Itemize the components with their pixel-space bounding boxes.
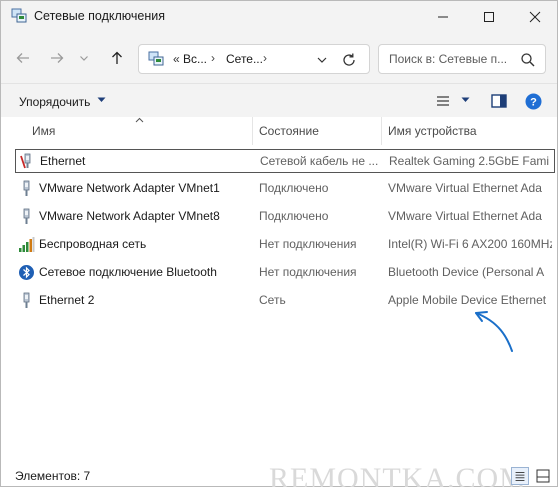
connection-device: VMware Virtual Ethernet Ada bbox=[388, 209, 542, 223]
breadcrumb-item[interactable]: Сете... bbox=[226, 52, 263, 66]
column-header-row: Имя Состояние Имя устройства bbox=[1, 117, 557, 145]
maximize-icon bbox=[484, 11, 494, 22]
address-bar[interactable]: « Вс... › Сете... › bbox=[138, 44, 370, 74]
title-bar: Сетевые подключения bbox=[1, 1, 557, 32]
connection-status: Подключено bbox=[259, 209, 329, 223]
item-count: Элементов: 7 bbox=[15, 469, 91, 483]
ethernet-icon bbox=[23, 208, 30, 224]
navigation-bar: « Вс... › Сете... › Поиск в: Сетевые п..… bbox=[1, 37, 557, 79]
large-icons-view-icon[interactable] bbox=[534, 467, 552, 485]
connection-name: VMware Network Adapter VMnet8 bbox=[39, 209, 220, 223]
arrow-left-icon bbox=[16, 53, 29, 63]
connection-device: Apple Mobile Device Ethernet bbox=[388, 293, 547, 307]
up-button[interactable] bbox=[104, 45, 130, 71]
close-button[interactable] bbox=[513, 1, 557, 32]
window-title: Сетевые подключения bbox=[34, 9, 166, 23]
column-divider[interactable] bbox=[252, 117, 253, 145]
ethernet-icon bbox=[23, 292, 30, 308]
help-icon[interactable]: ? bbox=[525, 93, 542, 110]
connection-status: Подключено bbox=[259, 181, 329, 195]
search-box[interactable]: Поиск в: Сетевые п... bbox=[378, 44, 546, 74]
minimize-icon bbox=[438, 16, 448, 17]
network-connections-icon bbox=[11, 8, 27, 23]
connection-device: Bluetooth Device (Personal A bbox=[388, 265, 545, 279]
svg-text:?: ? bbox=[530, 97, 537, 109]
caret-down-icon[interactable] bbox=[97, 97, 106, 103]
status-bar: Элементов: 7 REMONTKA.COM bbox=[1, 460, 557, 487]
forward-button[interactable] bbox=[44, 45, 70, 71]
connection-row-vmnet1[interactable]: VMware Network Adapter VMnet1 Подключено… bbox=[15, 177, 555, 201]
connection-status: Сеть bbox=[259, 293, 286, 307]
organize-button[interactable]: Упорядочить bbox=[19, 95, 90, 109]
connection-row-vmnet8[interactable]: VMware Network Adapter VMnet8 Подключено… bbox=[15, 205, 555, 229]
breadcrumb-separator[interactable]: › bbox=[263, 51, 267, 65]
search-icon[interactable] bbox=[520, 52, 536, 68]
connection-name: Сетевое подключение Bluetooth bbox=[39, 265, 217, 279]
connection-name: VMware Network Adapter VMnet1 bbox=[39, 181, 220, 195]
bluetooth-icon bbox=[19, 265, 34, 280]
column-name-header[interactable]: Имя bbox=[32, 117, 55, 145]
connection-name: Ethernet 2 bbox=[39, 293, 95, 307]
connection-status: Нет подключения bbox=[259, 237, 357, 251]
connection-device: Realtek Gaming 2.5GbE Fami bbox=[389, 154, 550, 168]
details-view-icon[interactable] bbox=[511, 467, 529, 485]
refresh-icon[interactable] bbox=[340, 51, 358, 69]
connection-name: Беспроводная сеть bbox=[39, 237, 147, 251]
command-bar: Упорядочить ? bbox=[1, 83, 557, 117]
breadcrumb-overflow[interactable]: « bbox=[173, 52, 180, 66]
breadcrumb-separator[interactable]: › bbox=[211, 51, 215, 65]
sort-ascending-icon bbox=[135, 117, 144, 123]
connection-row-bluetooth[interactable]: Сетевое подключение Bluetooth Нет подклю… bbox=[15, 261, 555, 285]
connection-row-ethernet[interactable]: Ethernet Сетевой кабель не ... Realtek G… bbox=[15, 149, 555, 173]
file-list: Имя Состояние Имя устройства Ethernet Се… bbox=[1, 117, 557, 460]
breadcrumb-item[interactable]: Вс... bbox=[183, 52, 207, 66]
ethernet-disconnected-icon bbox=[20, 153, 31, 169]
connection-row-wireless[interactable]: Беспроводная сеть Нет подключения Intel(… bbox=[15, 233, 555, 257]
column-status-header[interactable]: Состояние bbox=[259, 117, 319, 145]
network-connections-icon bbox=[148, 51, 164, 66]
ethernet-icon bbox=[23, 180, 30, 196]
connection-status: Сетевой кабель не ... bbox=[260, 154, 379, 168]
explorer-window: Сетевые подключения « Вс... › Сете... › … bbox=[0, 0, 558, 487]
column-device-header[interactable]: Имя устройства bbox=[388, 117, 477, 145]
arrow-right-icon bbox=[51, 53, 64, 63]
watermark: REMONTKA.COM bbox=[269, 462, 527, 487]
chevron-down-icon bbox=[80, 56, 88, 61]
close-icon bbox=[529, 11, 541, 22]
wifi-signal-icon bbox=[19, 237, 35, 252]
connection-status: Нет подключения bbox=[259, 265, 357, 279]
recent-locations-button[interactable] bbox=[74, 45, 94, 71]
address-history-chevron-icon[interactable] bbox=[315, 53, 329, 67]
arrow-up-icon bbox=[112, 51, 122, 64]
connection-device: VMware Virtual Ethernet Ada bbox=[388, 181, 542, 195]
minimize-button[interactable] bbox=[421, 1, 465, 32]
connection-device: Intel(R) Wi-Fi 6 AX200 160MHz bbox=[388, 237, 552, 251]
connection-name: Ethernet bbox=[40, 154, 86, 168]
back-button[interactable] bbox=[10, 45, 36, 71]
maximize-button[interactable] bbox=[467, 1, 511, 32]
caret-down-icon[interactable] bbox=[461, 97, 470, 103]
search-input[interactable]: Поиск в: Сетевые п... bbox=[389, 52, 507, 66]
view-options-icon[interactable] bbox=[436, 95, 450, 107]
annotation-arrow-icon bbox=[475, 311, 513, 352]
column-divider[interactable] bbox=[381, 117, 382, 145]
preview-pane-icon[interactable] bbox=[491, 94, 507, 108]
